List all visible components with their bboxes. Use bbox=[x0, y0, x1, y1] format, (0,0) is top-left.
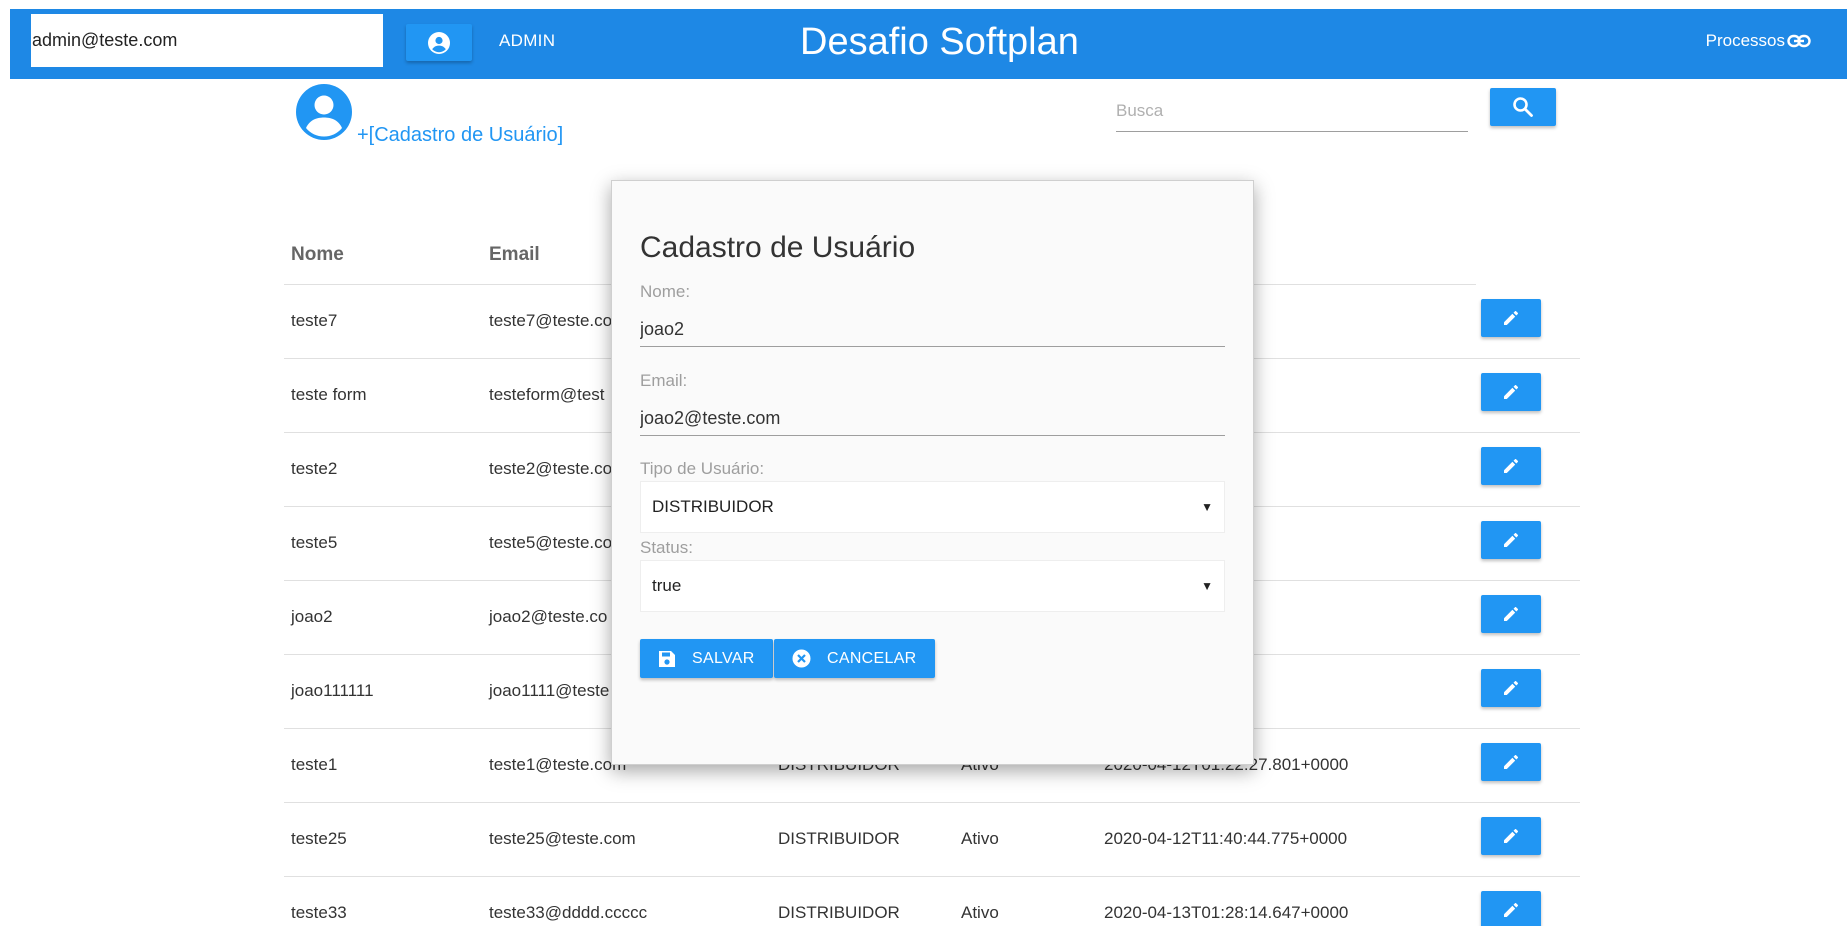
cell-email: teste25@teste.com bbox=[489, 829, 636, 848]
table-row: teste25 teste25@teste.com DISTRIBUIDOR Ativ… bbox=[284, 803, 1580, 877]
nome-field[interactable] bbox=[640, 301, 1225, 347]
cell-email: teste7@teste.co bbox=[489, 311, 613, 330]
tipo-label: Tipo de Usuário: bbox=[640, 459, 765, 478]
profile-button[interactable] bbox=[406, 24, 472, 61]
save-icon bbox=[659, 650, 675, 667]
cell-nome: joao111111 bbox=[291, 681, 374, 700]
cell-nome: teste33 bbox=[291, 903, 347, 922]
processos-link-label: Processos bbox=[1705, 31, 1785, 50]
cell-nome: teste form bbox=[291, 385, 367, 404]
cell-nome: teste25 bbox=[291, 829, 347, 848]
app-title: Desafio Softplan bbox=[800, 21, 1079, 63]
cell-nome: teste5 bbox=[291, 533, 338, 552]
email-label: Email: bbox=[640, 371, 688, 390]
cell-nome: teste7 bbox=[291, 311, 338, 330]
cell-email: teste5@teste.co bbox=[489, 533, 613, 552]
cell-data: 2020-04-12T11:40:44.775+0000 bbox=[1104, 829, 1348, 848]
processos-link[interactable]: Processos bbox=[1706, 31, 1811, 51]
logged-user-field[interactable]: admin@teste.com bbox=[31, 14, 383, 67]
nome-label: Nome: bbox=[640, 282, 691, 301]
status-label: Status: bbox=[640, 538, 693, 557]
pencil-icon bbox=[1504, 754, 1519, 769]
search-input[interactable] bbox=[1116, 90, 1468, 132]
edit-button[interactable] bbox=[1481, 521, 1541, 559]
header-email: Email bbox=[489, 244, 540, 265]
cell-email: teste33@dddd.ccccc bbox=[489, 903, 648, 922]
cell-nome: teste1 bbox=[291, 755, 338, 774]
edit-button[interactable] bbox=[1481, 817, 1541, 855]
caret-down-icon: ▼ bbox=[1201, 500, 1213, 514]
cancel-button[interactable]: CANCELAR bbox=[774, 639, 935, 678]
pencil-icon bbox=[1504, 828, 1519, 843]
caret-down-icon: ▼ bbox=[1201, 579, 1213, 593]
app-header: admin@teste.com ADMIN Desafio Softplan P… bbox=[10, 9, 1847, 79]
status-select[interactable]: true ▼ bbox=[640, 560, 1225, 612]
edit-button[interactable] bbox=[1481, 373, 1541, 411]
cell-email: testeform@test bbox=[489, 385, 605, 404]
tipo-select[interactable]: DISTRIBUIDOR ▼ bbox=[640, 481, 1225, 533]
modal-title: Cadastro de Usuário bbox=[640, 231, 916, 264]
cell-status: Ativo bbox=[961, 903, 999, 922]
save-button-label: SALVAR bbox=[692, 649, 755, 667]
pencil-icon bbox=[1504, 606, 1519, 621]
cancel-circle-icon bbox=[792, 649, 811, 668]
edit-button[interactable] bbox=[1481, 743, 1541, 781]
cell-nome: joao2 bbox=[291, 607, 333, 626]
cancel-button-label: CANCELAR bbox=[827, 649, 917, 667]
pencil-icon bbox=[1504, 902, 1519, 917]
add-user-link[interactable]: +[Cadastro de Usuário] bbox=[357, 124, 563, 147]
edit-button[interactable] bbox=[1481, 447, 1541, 485]
table-row: teste33 teste33@dddd.ccccc DISTRIBUIDOR Ati… bbox=[284, 877, 1580, 926]
pencil-icon bbox=[1504, 532, 1519, 547]
user-form-modal: Cadastro de Usuário Nome: Email: Tipo de… bbox=[611, 180, 1254, 765]
pencil-icon bbox=[1504, 680, 1519, 695]
search-button[interactable] bbox=[1490, 88, 1556, 126]
cell-email: teste1@teste.com bbox=[489, 755, 627, 774]
user-avatar-icon bbox=[296, 84, 352, 140]
cell-email: joao2@teste.co bbox=[489, 607, 608, 626]
cell-email: teste2@teste.co bbox=[489, 459, 613, 478]
pencil-icon bbox=[1504, 310, 1519, 325]
edit-button[interactable] bbox=[1481, 595, 1541, 633]
cell-tipo: DISTRIBUIDOR bbox=[778, 829, 900, 848]
cell-nome: teste2 bbox=[291, 459, 338, 478]
edit-button[interactable] bbox=[1481, 299, 1541, 337]
email-field[interactable] bbox=[640, 390, 1225, 436]
account-circle-icon bbox=[428, 31, 450, 54]
pencil-icon bbox=[1504, 458, 1519, 473]
pencil-icon bbox=[1504, 384, 1519, 399]
header-nome: Nome bbox=[291, 244, 344, 265]
cell-status: Ativo bbox=[961, 829, 999, 848]
cell-data: 2020-04-13T01:28:14.647+0000 bbox=[1104, 903, 1349, 922]
search-icon bbox=[1513, 97, 1533, 117]
link-icon bbox=[1787, 34, 1811, 48]
user-role-label: ADMIN bbox=[499, 31, 556, 50]
tipo-select-value: DISTRIBUIDOR bbox=[652, 497, 774, 516]
edit-button[interactable] bbox=[1481, 891, 1541, 926]
save-button[interactable]: SALVAR bbox=[640, 639, 773, 678]
cell-tipo: DISTRIBUIDOR bbox=[778, 903, 900, 922]
edit-button[interactable] bbox=[1481, 669, 1541, 707]
cell-email: joao1111@teste bbox=[489, 681, 610, 700]
status-select-value: true bbox=[652, 576, 682, 595]
